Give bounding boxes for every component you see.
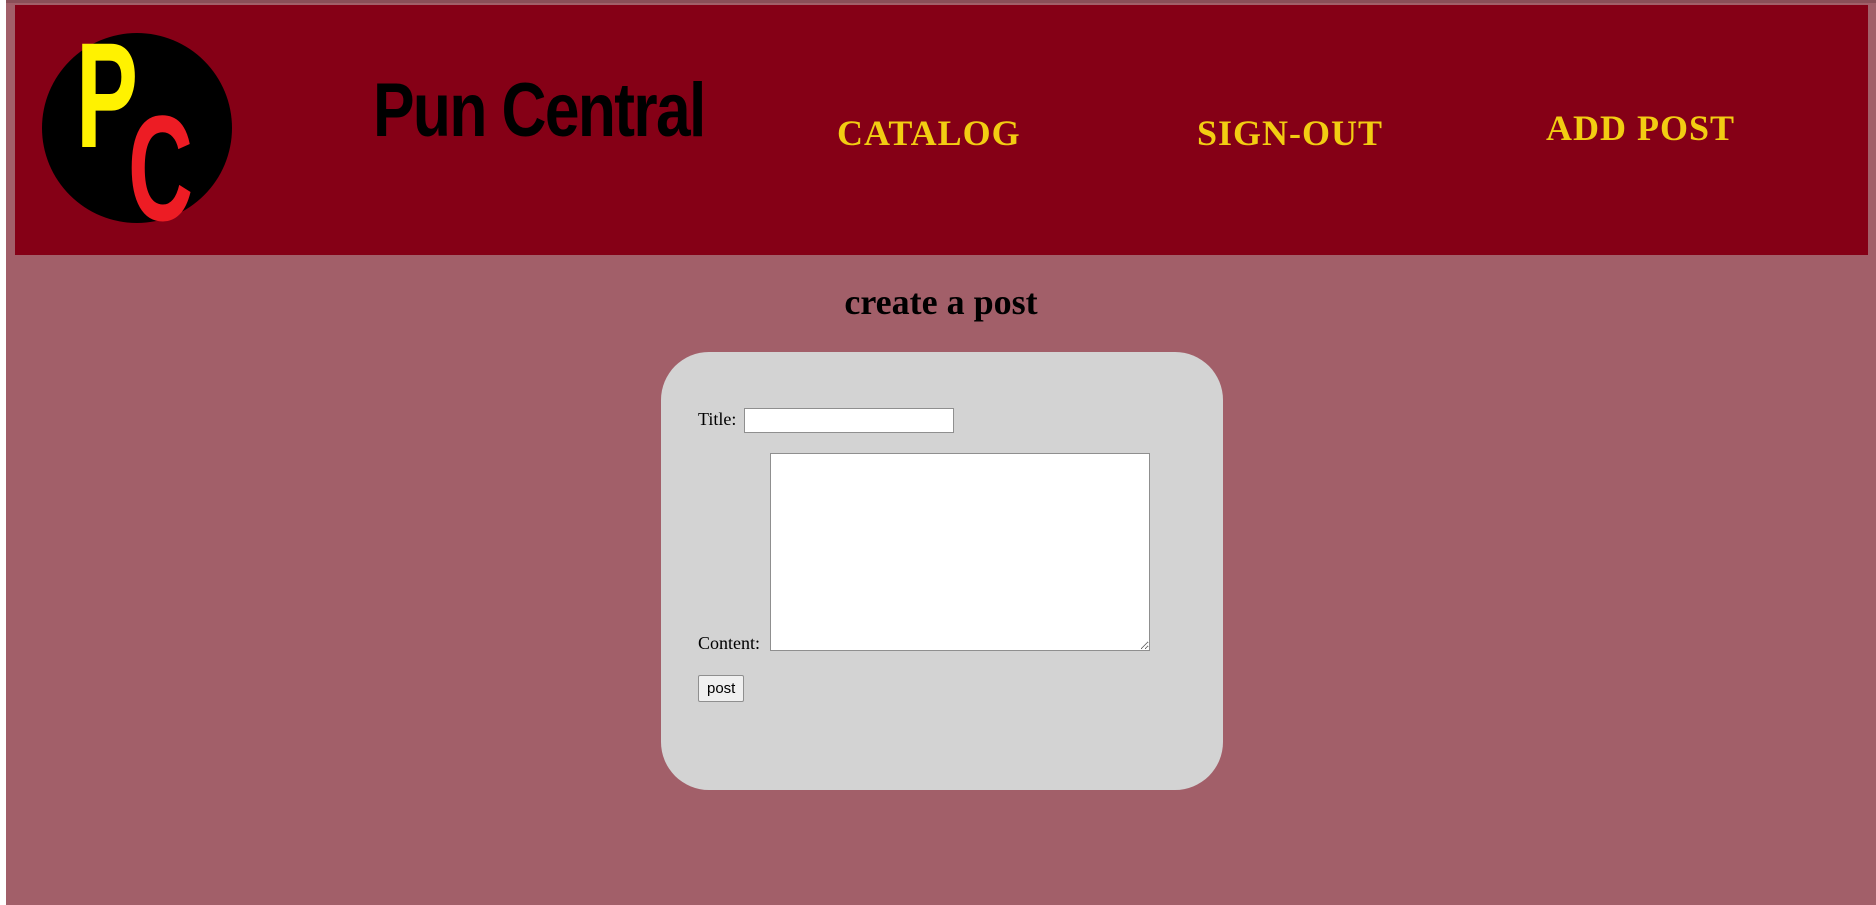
post-button[interactable]: post <box>698 675 745 702</box>
create-post-form: Title: Content: post <box>661 352 1223 790</box>
nav-add-post-link[interactable]: ADD POST <box>1546 108 1735 148</box>
page-heading: create a post <box>844 282 1038 322</box>
title-label: Title: <box>698 409 737 429</box>
logo-letter-p: P <box>76 11 138 179</box>
title-input[interactable] <box>744 408 954 433</box>
content-label: Content: <box>698 633 760 653</box>
page: P C Pun Central CATALOG SIGN-OUT ADD POS… <box>6 0 1876 905</box>
nav-catalog-link[interactable]: CATALOG <box>837 113 1021 153</box>
site-logo[interactable]: P C <box>42 11 232 243</box>
content-textarea[interactable] <box>770 453 1150 651</box>
logo-letter-c: C <box>128 84 193 252</box>
site-title: Pun Central <box>373 68 706 153</box>
site-header: P C Pun Central CATALOG SIGN-OUT ADD POS… <box>15 5 1868 255</box>
nav-signout-link[interactable]: SIGN-OUT <box>1197 113 1383 153</box>
